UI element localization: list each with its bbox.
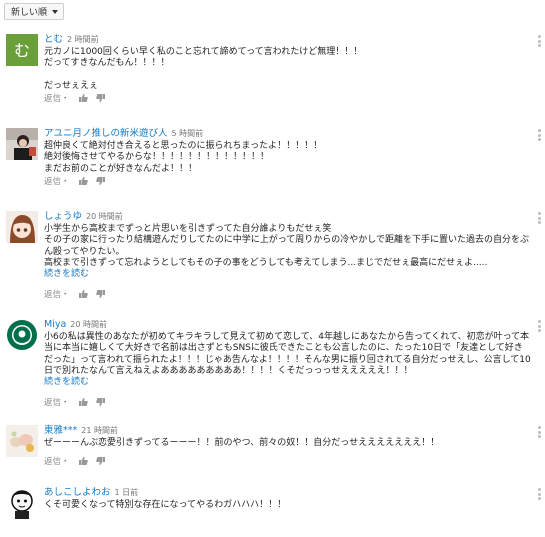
reply-button[interactable]: 返信・ xyxy=(44,92,70,104)
thumbs-up-icon[interactable] xyxy=(78,176,88,186)
avatar[interactable]: む xyxy=(6,34,38,66)
comment-author[interactable]: しょうゆ xyxy=(44,211,82,222)
thumbs-down-icon[interactable] xyxy=(95,289,106,299)
thumbs-up-icon[interactable] xyxy=(78,289,88,299)
read-more-link[interactable]: 続きを読む xyxy=(44,269,531,280)
avatar[interactable] xyxy=(6,319,38,351)
more-vert-icon[interactable] xyxy=(538,320,541,332)
reply-button[interactable]: 返信・ xyxy=(44,396,70,408)
comment-actions: 返信・ xyxy=(44,92,531,104)
more-vert-icon[interactable] xyxy=(538,35,541,47)
thumbs-up-icon[interactable] xyxy=(78,397,88,407)
comment-actions: 返信・ xyxy=(44,175,531,187)
comment-actions: 返信・ xyxy=(44,455,531,467)
caret-down-icon xyxy=(52,9,59,14)
comment-text: ぜーーーんぶ恋愛引きずってるーーー！！前のやつ、前々の奴！！自分だっせえええええ… xyxy=(44,438,440,448)
comment-text: 元カノに1000回くらい早く私のこと忘れて諦めてって言われたけど無理！！！ だっ… xyxy=(44,47,363,91)
comment-text: 小6の私は異性のあなたが初めてキラキラして見えて初めて恋して、4年越しにあなたか… xyxy=(44,332,531,376)
comment-author[interactable]: あしこしよわお xyxy=(44,487,111,498)
more-vert-icon[interactable] xyxy=(538,212,541,224)
avatar[interactable] xyxy=(6,487,38,519)
comment-timestamp[interactable]: 5 時間前 xyxy=(172,129,204,138)
thumbs-up-icon[interactable] xyxy=(78,93,88,103)
comment-actions: 返信・ xyxy=(44,396,531,408)
reply-button[interactable]: 返信・ xyxy=(44,455,70,467)
reply-button[interactable]: 返信・ xyxy=(44,288,70,300)
read-more-link[interactable]: 続きを読む xyxy=(44,377,531,388)
comment-actions: 返信・ xyxy=(44,288,531,300)
thumbs-down-icon[interactable] xyxy=(95,93,106,103)
thumbs-up-icon[interactable] xyxy=(78,456,88,466)
avatar[interactable] xyxy=(6,128,38,160)
reply-button[interactable]: 返信・ xyxy=(44,175,70,187)
comment-author[interactable]: Miya xyxy=(44,319,66,330)
sort-dropdown-label: 新しい順 xyxy=(11,8,48,18)
avatar[interactable] xyxy=(6,425,38,457)
thumbs-down-icon[interactable] xyxy=(95,456,106,466)
comment-timestamp[interactable]: 1 日前 xyxy=(115,488,139,497)
comment-author[interactable]: アユニ月ノ推しの新米遊び人 xyxy=(44,128,168,139)
svg-text:む: む xyxy=(14,41,30,60)
comment-text: 小学生から高校までずっと片思いを引きずってた自分誰よりもだせぇ笑 その子の家に行… xyxy=(44,224,530,268)
thumbs-down-icon[interactable] xyxy=(95,397,106,407)
thumbs-down-icon[interactable] xyxy=(95,176,106,186)
avatar[interactable] xyxy=(6,211,38,243)
comment-timestamp[interactable]: 20 時間前 xyxy=(86,212,123,221)
sort-dropdown[interactable]: 新しい順 xyxy=(4,3,65,20)
comment-timestamp[interactable]: 2 時間前 xyxy=(67,35,99,44)
comment-timestamp[interactable]: 20 時間前 xyxy=(70,320,107,329)
comment-timestamp[interactable]: 21 時間前 xyxy=(81,426,118,435)
comment-text: くそ可愛くなって特別な存在になってやるわガハハハ！！！ xyxy=(44,500,287,510)
more-vert-icon[interactable] xyxy=(538,426,541,438)
more-vert-icon[interactable] xyxy=(538,129,541,141)
comment-text: 超仲良くて絶対付き合えると思ったのに振られちまったよ！！！！！ 絶対後悔させてや… xyxy=(44,141,323,174)
more-vert-icon[interactable] xyxy=(538,488,541,500)
comment-author[interactable]: 東雅*** xyxy=(44,425,77,436)
comment-author[interactable]: とむ xyxy=(44,34,63,45)
